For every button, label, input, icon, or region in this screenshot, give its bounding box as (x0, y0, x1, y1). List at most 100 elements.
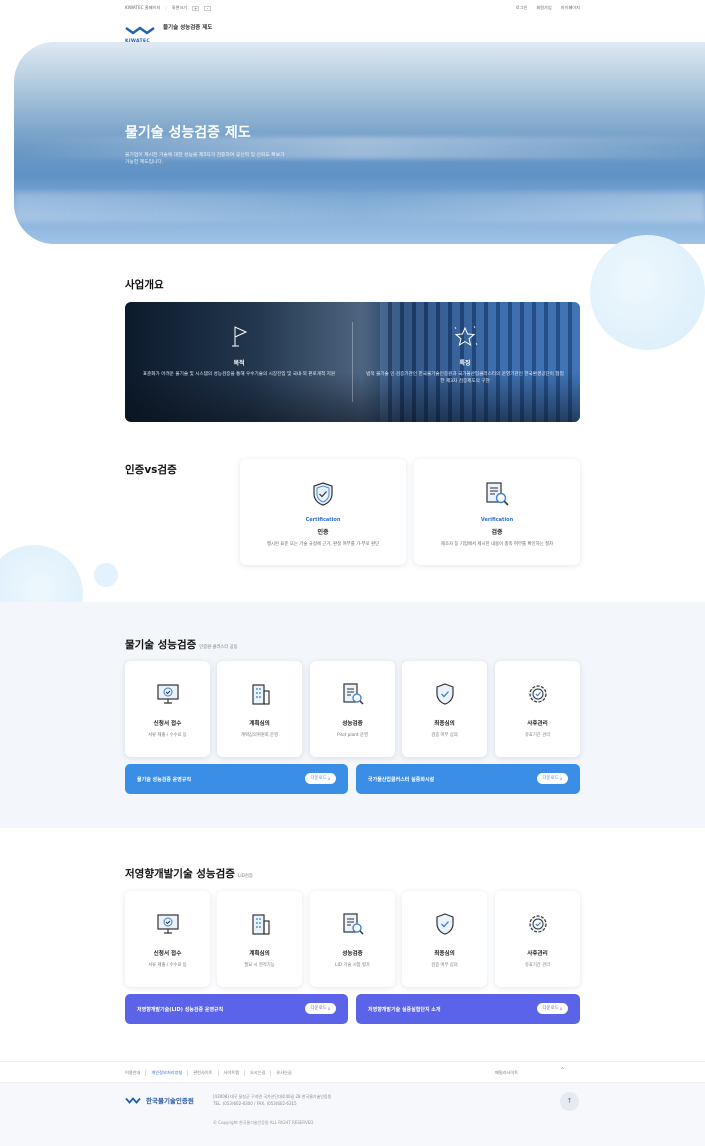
zoom-out-button[interactable]: - (204, 5, 212, 11)
purpose-block: 목적 표준화가 어려운 물기술 및 시스템의 성능검증을 통해 우수기술의 시장… (139, 324, 339, 378)
decorative-circle-small (94, 563, 118, 587)
step-title: 최종심의 (434, 721, 455, 727)
download-button[interactable]: 다운로드 ⤓ (304, 773, 336, 784)
shield-check-icon (435, 683, 454, 705)
footer-link[interactable]: 이용안내 (125, 1070, 145, 1076)
purpose-description: 표준화가 어려운 물기술 및 시스템의 성능검증을 통해 우수기술의 시장진입 … (142, 372, 336, 377)
lid-step-aftercare: 사후관리 유효기간 관리 (495, 891, 580, 987)
purpose-title: 목적 (233, 360, 245, 367)
page: KIWATEC 홈페이지 | 화면크기 + - 로그인 회원가입 마이페이지 K… (0, 0, 705, 1146)
perf-step-aftercare: 사후관리 유효기간 관리 (495, 661, 580, 757)
family-site-select[interactable]: 패밀리사이트 (495, 1070, 518, 1076)
divider (352, 322, 353, 402)
gear-check-icon (528, 685, 547, 703)
hero-title: 물기술 성능검증 제도 (125, 125, 251, 141)
verif-ko-label: 검증 (491, 529, 503, 536)
download-button[interactable]: 다운로드 ⤓ (536, 773, 568, 784)
chevron-up-icon[interactable]: ^ (560, 1067, 565, 1074)
gear-check-icon (528, 915, 547, 933)
download-perf-rules[interactable]: 물기술 성능검증 운영규칙 다운로드 ⤓ (125, 764, 348, 794)
download-lid-site[interactable]: 저영향개발기술 실증실험단지 소개 다운로드 ⤓ (356, 994, 580, 1024)
overview-title: 사업개요 (125, 279, 164, 291)
cert-vs-title: 인증vs검증 (125, 464, 177, 476)
step-description: 서류 제출 / 수수료 등 (148, 733, 187, 738)
footer-link[interactable]: 오시는길 (243, 1070, 270, 1076)
download-label: 국가물산업클러스터 실증화시설 (368, 777, 435, 783)
document-search-icon (342, 683, 364, 705)
verif-en-label: Verification (480, 517, 514, 523)
download-label: 저영향개발기술(LID) 성능검증 운영규칙 (137, 1007, 224, 1013)
download-button[interactable]: 다운로드 ⤓ (536, 1003, 568, 1014)
document-search-icon (342, 913, 364, 935)
footer-link-privacy[interactable]: 개인정보처리방침 (145, 1070, 187, 1076)
verif-description: 제조자 등 기업에서 제시한 내용이 충족 여부를 확인하는 절차 (440, 542, 554, 547)
hero-description: 물기업이 제시한 기술에 대한 성능을 제3자가 검증하여 공신력 및 신뢰도 … (125, 153, 285, 165)
footer-logo: 한국물기술인증원 (125, 1095, 194, 1105)
lid-step-apply: 신청서 접수 서류 제출 / 수수료 등 (125, 891, 210, 987)
footer-links-bar: 이용안내 개인정보처리방침 관련사이트 사이트맵 오시는길 유사논길 패밀리사이… (0, 1061, 705, 1083)
cert-description: 행시된 표준 또는 기술 규정에 근거, 판정 여부를 가·부로 판단 (266, 542, 380, 547)
step-title: 계획심의 (249, 951, 270, 957)
step-description: 계획심의위원회 운영 (241, 733, 278, 738)
download-button[interactable]: 다운로드 ⤓ (304, 1003, 336, 1014)
feature-description: 법적 물기술 인·검증기관인 한국물기술인증원과 국가물산업클러스터의 운영기관… (366, 372, 564, 384)
monitor-check-icon (156, 684, 179, 704)
perf-step-verify: 성능검증 Pilot plant 운영 (310, 661, 395, 757)
perf-step-apply: 신청서 접수 서류 제출 / 수수료 등 (125, 661, 210, 757)
mypage-link[interactable]: 마이페이지 (561, 5, 580, 11)
footer-link[interactable]: 사이트맵 (217, 1070, 244, 1076)
footer-link[interactable]: 관련사이트 (187, 1070, 217, 1076)
step-description: Pilot plant 운영 (337, 733, 368, 738)
perf-step-final: 최종심의 검증 여부 심의 (402, 661, 487, 757)
footer-address: [43008] 대구 달성군 구지면 국가산단대로40길 28 한국물기술인증원 (213, 1094, 332, 1099)
step-title: 사후관리 (527, 721, 548, 727)
lid-title: 저영향개발기술 성능검증 LID검증 (125, 866, 253, 881)
download-label: 물기술 성능검증 운영규칙 (137, 777, 192, 783)
footer-link[interactable]: 유사논길 (270, 1070, 296, 1076)
step-title: 신청서 접수 (153, 721, 182, 727)
footer: 한국물기술인증원 [43008] 대구 달성군 구지면 국가산단대로40길 28… (0, 1083, 705, 1146)
signup-link[interactable]: 회원가입 (536, 5, 551, 11)
step-description: 필요 시 현작기능 (244, 963, 275, 968)
star-icon (454, 325, 478, 347)
document-search-icon (486, 482, 509, 506)
footer-copyright: © Copyright 한국물기술인증원 ALL RIGHT RESERVED (213, 1120, 314, 1125)
site-title: 물기술 성능검증 제도 (163, 25, 213, 31)
zoom-in-button[interactable]: + (192, 5, 200, 11)
step-title: 성능검증 (342, 721, 363, 727)
divider: | (165, 5, 167, 11)
perf-step-plan: 계획심의 계획심의위원회 운영 (217, 661, 302, 757)
perf-title: 물기술 성능검증 인증원·클러스터 공동 (125, 637, 238, 652)
feature-title: 특징 (459, 360, 471, 367)
download-lid-rules[interactable]: 저영향개발기술(LID) 성능검증 운영규칙 다운로드 ⤓ (125, 994, 348, 1024)
monitor-check-icon (156, 914, 179, 934)
decorative-circle (590, 235, 705, 350)
download-cluster-facility[interactable]: 국가물산업클러스터 실증화시설 다운로드 ⤓ (356, 764, 580, 794)
sea-highlight (14, 192, 705, 222)
lid-step-plan: 계획심의 필요 시 현작기능 (217, 891, 302, 987)
shield-check-icon (435, 913, 454, 935)
scroll-top-button[interactable]: ↑ (560, 1092, 579, 1111)
lid-step-final: 최종심의 검증 여부 심의 (402, 891, 487, 987)
login-link[interactable]: 로그인 (516, 5, 528, 11)
step-title: 최종심의 (434, 951, 455, 957)
lid-step-verify: 성능검증 LID 기술 시험 평가 (310, 891, 395, 987)
verification-card: Verification 검증 제조자 등 기업에서 제시한 내용이 충족 여부… (414, 459, 580, 565)
step-title: 신청서 접수 (153, 951, 182, 957)
step-description: 유효기간 관리 (524, 963, 551, 968)
footer-tel: TEL. (053)602-6300 / FAX. (053)602-6315 (213, 1100, 297, 1106)
header-logo[interactable]: KIWATEC 물기술 성능검증 제도 (125, 20, 213, 44)
footer-org-name: 한국물기술인증원 (146, 1097, 194, 1105)
step-title: 성능검증 (342, 951, 363, 957)
cert-ko-label: 인증 (317, 529, 329, 536)
step-description: LID 기술 시험 평가 (335, 963, 370, 968)
step-description: 검증 여부 심의 (431, 733, 458, 738)
overview-banner: 목적 표준화가 어려운 물기술 및 시스템의 성능검증을 통해 우수기술의 시장… (125, 302, 580, 422)
shield-check-icon (313, 482, 333, 506)
cert-en-label: Certification (305, 517, 341, 523)
feature-block: 특징 법적 물기술 인·검증기관인 한국물기술인증원과 국가물산업클러스터의 운… (365, 324, 565, 385)
kiwatec-logo: KIWATEC (125, 20, 155, 44)
home-link[interactable]: KIWATEC 홈페이지 (125, 5, 160, 11)
lid-subtitle: LID검증 (237, 874, 253, 879)
step-description: 유효기간 관리 (524, 733, 551, 738)
